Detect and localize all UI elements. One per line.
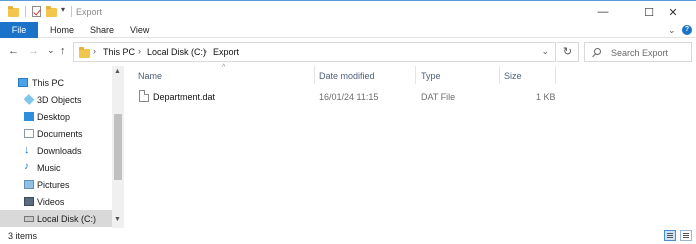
breadcrumb-export[interactable]: Export	[213, 47, 239, 57]
scroll-up-icon[interactable]: ▲	[114, 68, 121, 75]
back-button[interactable]: ←	[8, 45, 19, 57]
sidebar-item-this-pc[interactable]: This PC	[0, 74, 112, 91]
scrollbar-thumb[interactable]	[114, 114, 122, 180]
pictures-icon	[24, 180, 34, 189]
column-divider[interactable]	[555, 66, 556, 84]
sidebar-item-label: Documents	[37, 129, 83, 139]
sidebar-scrollbar[interactable]: ▲ ▼	[112, 66, 124, 228]
search-icon	[594, 48, 601, 55]
sidebar-item-documents[interactable]: Documents	[0, 125, 112, 142]
file-icon	[139, 90, 149, 102]
scroll-down-icon[interactable]: ▼	[114, 216, 121, 223]
customize-quick-access-icon[interactable]: ▾	[61, 5, 65, 14]
sidebar-item-pictures[interactable]: Pictures	[0, 176, 112, 193]
sidebar-item-label: Local Disk (C:)	[37, 214, 97, 224]
video-icon	[24, 197, 34, 206]
recent-locations-button[interactable]: ⌄	[47, 45, 55, 56]
navigation-bar: ← → ⌄ ↑ › This PC › Local Disk (C:) › Ex…	[0, 40, 696, 64]
title-separator	[71, 6, 72, 17]
forward-button[interactable]: →	[28, 45, 39, 57]
sidebar-item-local-disk[interactable]: Local Disk (C:)	[0, 210, 112, 227]
file-type: DAT File	[421, 92, 456, 102]
up-button[interactable]: ↑	[60, 45, 66, 57]
sidebar-item-videos[interactable]: Videos	[0, 193, 112, 210]
tab-file[interactable]: File	[0, 22, 38, 38]
minimize-button[interactable]: —	[580, 1, 626, 23]
file-date: 16/01/24 11:15	[319, 92, 379, 102]
search-input[interactable]	[611, 46, 689, 59]
title-separator	[25, 6, 26, 17]
chevron-right-icon[interactable]: ›	[204, 46, 207, 56]
drive-icon	[24, 216, 34, 222]
breadcrumb-this-pc[interactable]: This PC	[103, 47, 135, 57]
computer-icon	[18, 78, 28, 87]
sidebar-item-label: 3D Objects	[37, 95, 82, 105]
help-icon[interactable]: ?	[682, 25, 692, 35]
new-folder-icon[interactable]	[46, 6, 57, 17]
column-divider[interactable]	[415, 66, 416, 84]
folder-icon	[8, 6, 19, 17]
chevron-right-icon[interactable]: ›	[138, 46, 141, 56]
sidebar-item-downloads[interactable]: ↓ Downloads	[0, 142, 112, 159]
folder-icon	[79, 47, 90, 58]
title-bar: ▾ Export — ☐ ✕	[0, 0, 696, 22]
chevron-right-icon[interactable]: ›	[93, 46, 96, 56]
column-divider[interactable]	[314, 66, 315, 84]
tab-home[interactable]: Home	[50, 22, 74, 38]
sidebar-item-label: Desktop	[37, 112, 71, 122]
cube-icon	[23, 94, 35, 105]
chevron-down-icon[interactable]: ⌄	[541, 46, 549, 57]
sidebar-item-label: This PC	[32, 78, 65, 88]
status-bar: 3 items	[0, 228, 696, 244]
music-note-icon: ♪	[24, 161, 29, 172]
close-button[interactable]: ✕	[650, 1, 696, 23]
sidebar-item-music[interactable]: ♪ Music	[0, 159, 112, 176]
breadcrumb-local-disk[interactable]: Local Disk (C:)	[147, 47, 206, 57]
download-arrow-icon: ↓	[24, 144, 30, 156]
file-size: 1 KB	[536, 92, 556, 102]
properties-icon[interactable]	[32, 6, 41, 17]
column-header-name[interactable]: Name	[138, 71, 162, 81]
desktop-icon	[24, 112, 34, 121]
sidebar-item-desktop[interactable]: Desktop	[0, 108, 112, 125]
item-count: 3 items	[8, 231, 38, 241]
tab-view[interactable]: View	[130, 22, 149, 38]
window-title: Export	[76, 7, 103, 17]
sidebar-item-label: Music	[37, 163, 61, 173]
ribbon-tabs: File Home Share View ⌄ ?	[0, 22, 696, 38]
search-box[interactable]	[584, 42, 692, 62]
column-header-date[interactable]: Date modified	[319, 71, 375, 81]
tab-share[interactable]: Share	[90, 22, 114, 38]
large-icons-view-icon[interactable]	[680, 230, 692, 241]
column-divider[interactable]	[499, 66, 500, 84]
sidebar-item-label: Downloads	[37, 146, 82, 156]
sidebar-item-label: Pictures	[37, 180, 70, 190]
sidebar-item-3d-objects[interactable]: 3D Objects	[0, 91, 112, 108]
column-header-type[interactable]: Type	[421, 71, 441, 81]
navigation-pane: This PC 3D Objects Desktop Documents ↓ D…	[0, 66, 124, 228]
column-header-size[interactable]: Size	[504, 71, 522, 81]
documents-icon	[24, 129, 34, 138]
details-view-icon[interactable]	[664, 230, 676, 241]
sidebar-item-label: Videos	[37, 197, 65, 207]
sort-indicator-icon: ^	[222, 64, 226, 71]
expand-ribbon-icon[interactable]: ⌄	[668, 25, 676, 36]
file-name: Department.dat	[153, 92, 216, 102]
file-row[interactable]: Department.dat 16/01/24 11:15 DAT File 1…	[136, 88, 556, 105]
refresh-button[interactable]: ↻	[557, 42, 579, 62]
address-bar[interactable]: › This PC › Local Disk (C:) › Export ⌄	[73, 42, 556, 62]
